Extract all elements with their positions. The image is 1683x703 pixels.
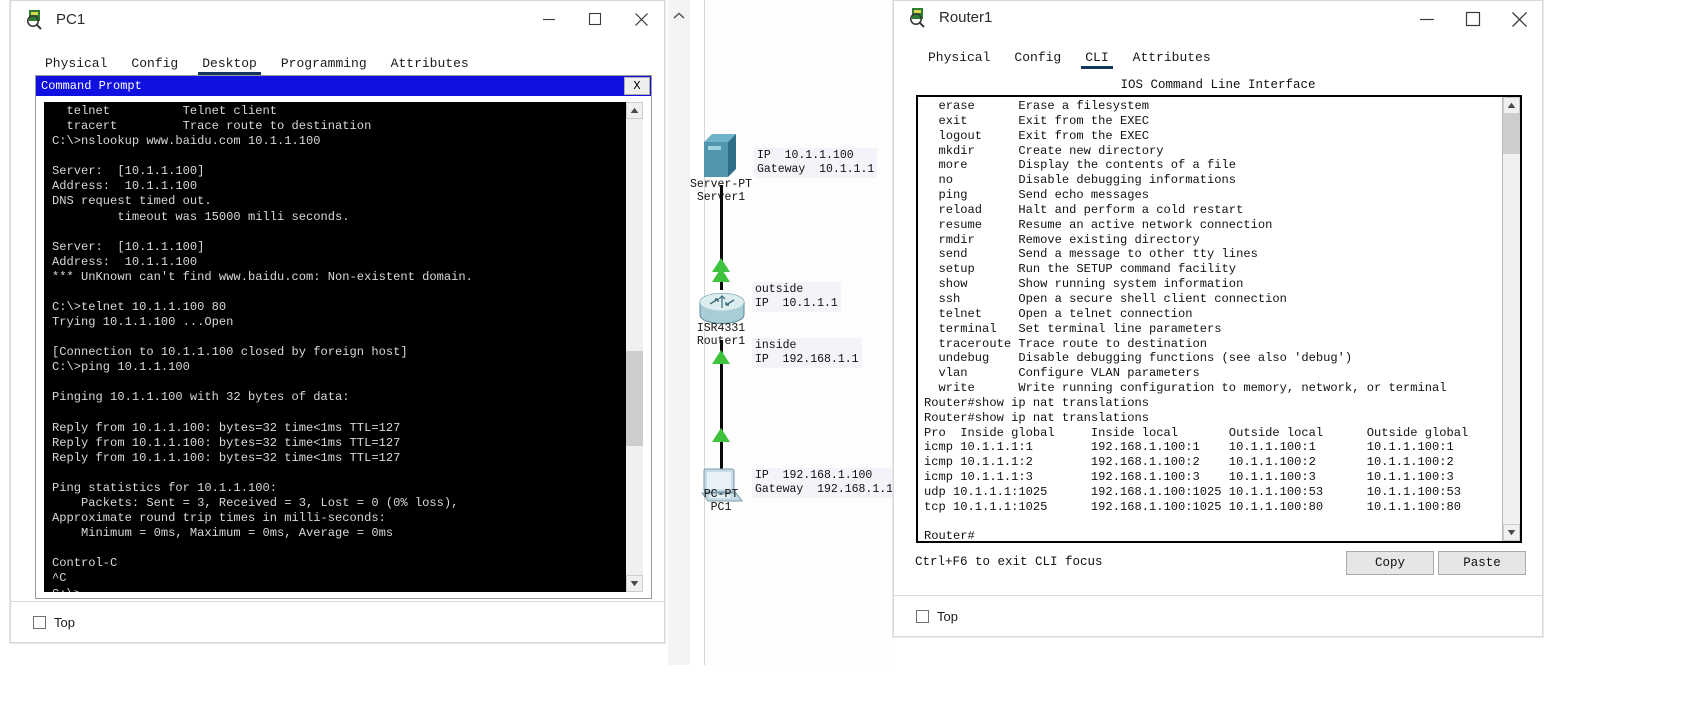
router1-window: Router1 Physical Config CLI Attributes I… — [893, 0, 1543, 637]
scroll-up-icon[interactable] — [1503, 97, 1520, 114]
router1-titlebar: Router1 — [894, 1, 1542, 33]
scroll-down-icon[interactable] — [626, 575, 643, 592]
cli-scrollbar-thumb[interactable] — [1503, 114, 1520, 154]
tab-attributes[interactable]: Attributes — [1121, 47, 1223, 69]
router-outside-label: outside IP 10.1.1.1 — [752, 282, 841, 312]
top-checkbox[interactable] — [916, 610, 929, 623]
router-inside-label: inside IP 192.168.1.1 — [752, 338, 862, 368]
scrollbar-track[interactable] — [626, 119, 643, 575]
maximize-icon[interactable] — [1450, 1, 1496, 37]
command-prompt-titlebar: Command Prompt X — [36, 76, 651, 96]
close-icon[interactable] — [618, 1, 664, 37]
server-device-label: Server-PTServer1 — [680, 178, 762, 204]
router1-bottom-row: Top — [894, 595, 1542, 636]
tab-physical[interactable]: Physical — [916, 47, 1002, 69]
paste-button[interactable]: Paste — [1438, 551, 1526, 575]
tab-programming[interactable]: Programming — [269, 53, 379, 75]
cli-output: erase Erase a filesystem exit Exit from … — [918, 97, 1502, 541]
command-prompt-title: Command Prompt — [36, 79, 142, 93]
tab-config[interactable]: Config — [119, 53, 190, 75]
pc-device-label: PC-PTPC1 — [680, 488, 762, 514]
close-icon[interactable] — [1496, 1, 1542, 37]
scroll-down-icon[interactable] — [1503, 524, 1520, 541]
command-prompt-close-button[interactable]: X — [624, 77, 650, 95]
network-topology-view: Server-PTServer1 IP 10.1.1.100 Gateway 1… — [668, 0, 890, 665]
chevron-up-icon[interactable] — [672, 8, 686, 26]
pc1-tabstrip: Physical Config Desktop Programming Attr… — [33, 49, 664, 75]
command-prompt-body: telnet Telnet client tracert Trace route… — [44, 102, 643, 592]
command-prompt-scrollbar[interactable] — [625, 102, 643, 592]
tab-attributes[interactable]: Attributes — [379, 53, 481, 75]
top-checkbox-label: Top — [937, 609, 958, 624]
packet-tracer-device-icon — [25, 8, 47, 30]
pc1-bottom-row: Top — [11, 601, 664, 642]
server-device-icon[interactable] — [700, 130, 742, 180]
pc1-titlebar: PC1 — [11, 1, 664, 37]
top-checkbox-label: Top — [54, 615, 75, 630]
router1-window-title: Router1 — [939, 9, 992, 26]
router1-window-controls — [1404, 1, 1542, 37]
cli-scrollbar[interactable] — [1502, 97, 1520, 541]
pc1-window: PC1 Physical Config Desktop Programming … — [10, 0, 665, 643]
link-status-arrow-pc — [712, 428, 730, 442]
scrollbar-thumb[interactable] — [626, 351, 643, 446]
tab-config[interactable]: Config — [1002, 47, 1073, 69]
server-ip-label: IP 10.1.1.100 Gateway 10.1.1.1 — [754, 148, 877, 178]
cli-console[interactable]: erase Erase a filesystem exit Exit from … — [916, 95, 1522, 543]
router1-tabstrip: Physical Config CLI Attributes — [916, 43, 1542, 69]
scroll-up-icon[interactable] — [626, 102, 643, 119]
tab-cli[interactable]: CLI — [1073, 47, 1120, 69]
router-device-label: ISR4331Router1 — [680, 322, 762, 348]
command-prompt-panel: Command Prompt X telnet Telnet client tr… — [35, 75, 652, 599]
link-status-arrow-router-up — [712, 268, 730, 282]
cli-focus-hint: Ctrl+F6 to exit CLI focus — [915, 555, 1103, 569]
packet-tracer-device-icon — [908, 6, 930, 28]
link-status-arrow-router-down — [712, 350, 730, 364]
tab-desktop[interactable]: Desktop — [190, 53, 269, 75]
cli-header-label: IOS Command Line Interface — [894, 78, 1542, 92]
minimize-icon[interactable] — [1404, 1, 1450, 37]
copy-button[interactable]: Copy — [1346, 551, 1434, 575]
pc1-window-title: PC1 — [56, 11, 85, 28]
maximize-icon[interactable] — [572, 1, 618, 37]
minimize-icon[interactable] — [526, 1, 572, 37]
tab-physical[interactable]: Physical — [33, 53, 119, 75]
top-checkbox[interactable] — [33, 616, 46, 629]
command-prompt-output: telnet Telnet client tracert Trace route… — [44, 102, 625, 592]
pc1-window-controls — [526, 1, 664, 37]
pc-ip-label: IP 192.168.1.100 Gateway 192.168.1.1 — [752, 468, 896, 498]
